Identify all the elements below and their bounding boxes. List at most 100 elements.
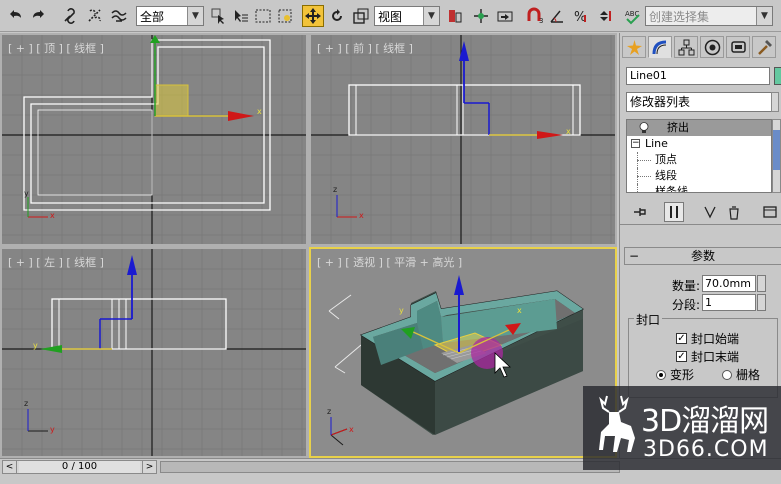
show-end-result-button[interactable] bbox=[664, 202, 684, 222]
stack-item-vertex[interactable]: 顶点 bbox=[627, 152, 771, 168]
tab-utilities[interactable] bbox=[752, 36, 776, 58]
edit-named-selection-button[interactable]: ABC bbox=[622, 5, 644, 27]
chevron-left-icon[interactable]: < bbox=[3, 461, 17, 473]
parameters-rollout-header[interactable]: − 参数 bbox=[624, 247, 781, 265]
left-viewport-scene bbox=[2, 249, 306, 456]
window-crossing-icon bbox=[278, 9, 292, 23]
tab-motion[interactable] bbox=[700, 36, 724, 58]
viewport-front-label[interactable]: [ + ] [ 前 ] [ 线框 ] bbox=[317, 40, 413, 56]
stack-item-extrude[interactable]: 挤出 bbox=[627, 120, 771, 136]
stack-item-line[interactable]: − Line bbox=[627, 136, 771, 152]
stack-item-segment[interactable]: 线段 bbox=[627, 168, 771, 184]
use-pivot-center-button[interactable] bbox=[444, 5, 466, 27]
cap-end-option[interactable]: ✓ 封口末端 bbox=[676, 348, 739, 365]
selection-filter-dropdown[interactable]: 全部 ▼ bbox=[136, 6, 204, 26]
segments-spinner[interactable] bbox=[757, 294, 766, 311]
snaps-toggle-button[interactable]: 3 bbox=[524, 5, 546, 27]
scrollbar-thumb[interactable] bbox=[773, 130, 780, 170]
spinner-snap-button[interactable] bbox=[594, 5, 616, 27]
window-crossing-button[interactable] bbox=[274, 5, 296, 27]
select-and-move-button[interactable] bbox=[302, 5, 324, 27]
pin-stack-button[interactable] bbox=[630, 202, 650, 222]
chevron-right-icon[interactable]: > bbox=[142, 461, 156, 473]
create-star-icon bbox=[626, 39, 642, 55]
segments-input[interactable]: 1 bbox=[702, 294, 756, 311]
undo-button[interactable] bbox=[4, 5, 26, 27]
stack-item-label: 挤出 bbox=[667, 121, 689, 134]
select-by-name-button[interactable] bbox=[230, 5, 252, 27]
modifier-stack-scrollbar[interactable] bbox=[772, 119, 781, 193]
frame-counter[interactable]: 0 / 100 bbox=[19, 461, 140, 473]
amount-param: 数量: 70.0mm bbox=[624, 275, 781, 293]
modifier-stack: 挤出 − Line 顶点 线段 样条线 bbox=[626, 119, 772, 193]
deer-logo-icon bbox=[599, 395, 635, 452]
percent-snap-button[interactable]: % bbox=[570, 5, 592, 27]
reference-coordinate-value: 视图 bbox=[378, 9, 403, 24]
amount-spinner[interactable] bbox=[757, 275, 766, 292]
viewport-left-label[interactable]: [ + ] [ 左 ] [ 线框 ] bbox=[8, 254, 104, 270]
viewport-top[interactable]: [ + ] [ 顶 ] [ 线框 ] x y x bbox=[2, 35, 306, 244]
viewport-perspective[interactable]: [ + ] [ 透视 ] [ 平滑 + 高光 ] y x z x bbox=[309, 247, 617, 458]
pivot-center-icon bbox=[449, 10, 462, 23]
timeline-track[interactable] bbox=[160, 461, 620, 473]
gizmo-y-label: y bbox=[399, 306, 404, 315]
select-and-rotate-button[interactable] bbox=[326, 5, 348, 27]
unlink-selection-button[interactable] bbox=[84, 5, 106, 27]
viewport-front[interactable]: [ + ] [ 前 ] [ 线框 ] x z x bbox=[311, 35, 615, 244]
tab-create[interactable] bbox=[622, 36, 646, 58]
select-and-manipulate-button[interactable] bbox=[470, 5, 492, 27]
stack-item-spline[interactable]: 样条线 bbox=[627, 184, 771, 193]
keyboard-shortcut-override-button[interactable] bbox=[494, 5, 516, 27]
grid-option[interactable]: 栅格 bbox=[722, 366, 760, 383]
select-object-button[interactable] bbox=[208, 5, 230, 27]
rectangular-selection-button[interactable] bbox=[252, 5, 274, 27]
link-icon bbox=[64, 8, 75, 24]
tree-line bbox=[637, 176, 651, 177]
rotate-icon bbox=[332, 9, 342, 21]
make-unique-button[interactable] bbox=[700, 202, 720, 222]
select-and-scale-button[interactable] bbox=[350, 5, 372, 27]
angle-snap-button[interactable] bbox=[546, 5, 568, 27]
lightbulb-icon[interactable] bbox=[639, 122, 649, 134]
redo-button[interactable] bbox=[28, 5, 50, 27]
hierarchy-icon bbox=[678, 39, 694, 55]
viewport-top-label[interactable]: [ + ] [ 顶 ] [ 线框 ] bbox=[8, 40, 104, 56]
bind-to-space-warp-button[interactable] bbox=[108, 5, 130, 27]
object-name-field[interactable]: Line01 bbox=[626, 67, 770, 85]
configure-modifier-sets-button[interactable] bbox=[760, 202, 780, 222]
reference-coordinate-dropdown[interactable]: 视图 ▼ bbox=[374, 6, 440, 26]
spinner-snap-icon bbox=[600, 11, 611, 21]
segments-param: 分段: 1 bbox=[624, 294, 781, 312]
amount-input[interactable]: 70.0mm bbox=[702, 275, 756, 292]
parameters-rollout-title: 参数 bbox=[690, 249, 715, 263]
gizmo-x-label: x bbox=[257, 107, 262, 116]
named-selection-set-dropdown[interactable]: 创建选择集 ▼ bbox=[645, 6, 773, 26]
collapse-minus-icon[interactable]: − bbox=[631, 139, 640, 148]
remove-modifier-button[interactable] bbox=[724, 202, 744, 222]
keyboard-icon bbox=[497, 11, 513, 22]
modifier-list-dropdown[interactable]: 修改器列表 bbox=[626, 92, 779, 112]
tab-display[interactable] bbox=[726, 36, 750, 58]
viewport-perspective-label[interactable]: [ + ] [ 透视 ] [ 平滑 + 高光 ] bbox=[317, 254, 462, 270]
chevron-down-icon: ▼ bbox=[756, 7, 772, 25]
tree-line bbox=[637, 192, 651, 193]
time-slider[interactable]: < 0 / 100 > bbox=[2, 460, 157, 474]
cap-start-checkbox[interactable]: ✓ bbox=[676, 333, 687, 344]
select-and-link-button[interactable] bbox=[60, 5, 82, 27]
cap-end-checkbox[interactable]: ✓ bbox=[676, 351, 687, 362]
collapse-minus-icon: − bbox=[629, 249, 640, 263]
stack-item-label: Line bbox=[645, 137, 668, 150]
show-end-result-icon bbox=[670, 206, 678, 218]
viewport-left[interactable]: [ + ] [ 左 ] [ 线框 ] y z y bbox=[2, 249, 306, 456]
tab-modify[interactable] bbox=[648, 36, 672, 58]
object-color-swatch[interactable] bbox=[774, 67, 781, 85]
morph-option[interactable]: 变形 bbox=[656, 366, 694, 383]
morph-radio[interactable] bbox=[656, 369, 666, 380]
gizmo-y-label: y bbox=[33, 341, 38, 350]
watermark-domain: 3D66.COM bbox=[643, 437, 769, 462]
cap-start-option[interactable]: ✓ 封口始端 bbox=[676, 330, 739, 347]
grid-radio[interactable] bbox=[722, 369, 732, 380]
make-unique-icon bbox=[704, 206, 716, 219]
tripod-z-label: z bbox=[333, 185, 338, 194]
tab-hierarchy[interactable] bbox=[674, 36, 698, 58]
